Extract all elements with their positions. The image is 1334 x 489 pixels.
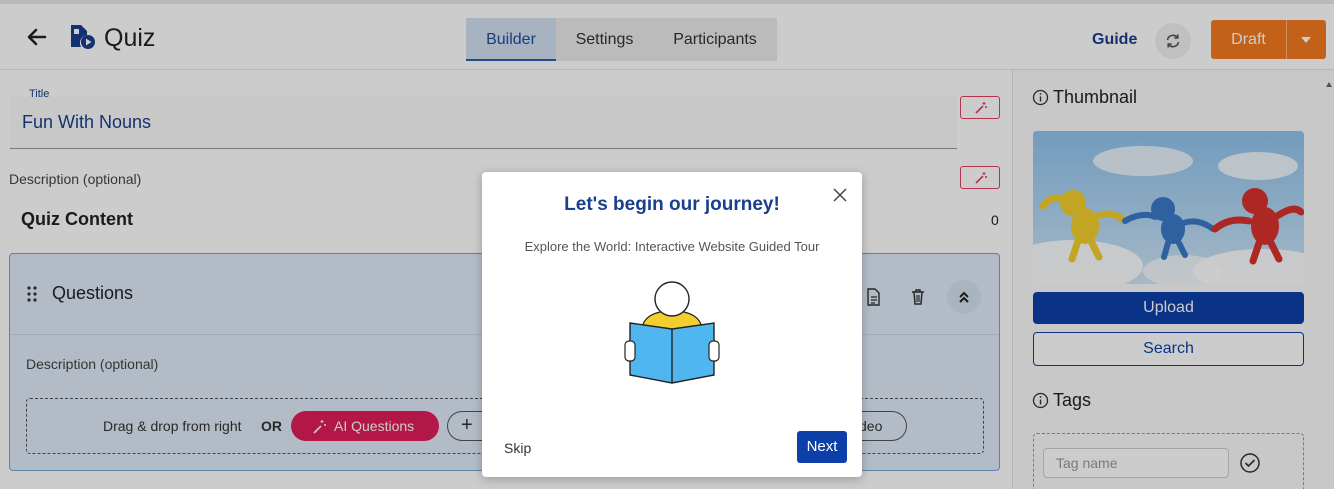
dialog-title: Let's begin our journey! (564, 194, 780, 215)
dialog-subtitle: Explore the World: Interactive Website G… (524, 239, 820, 254)
reading-illustration (622, 279, 722, 390)
next-button[interactable]: Next (797, 431, 847, 463)
guided-tour-dialog: Let's begin our journey! Explore the Wor… (482, 172, 862, 477)
skip-button[interactable]: Skip (504, 440, 531, 456)
